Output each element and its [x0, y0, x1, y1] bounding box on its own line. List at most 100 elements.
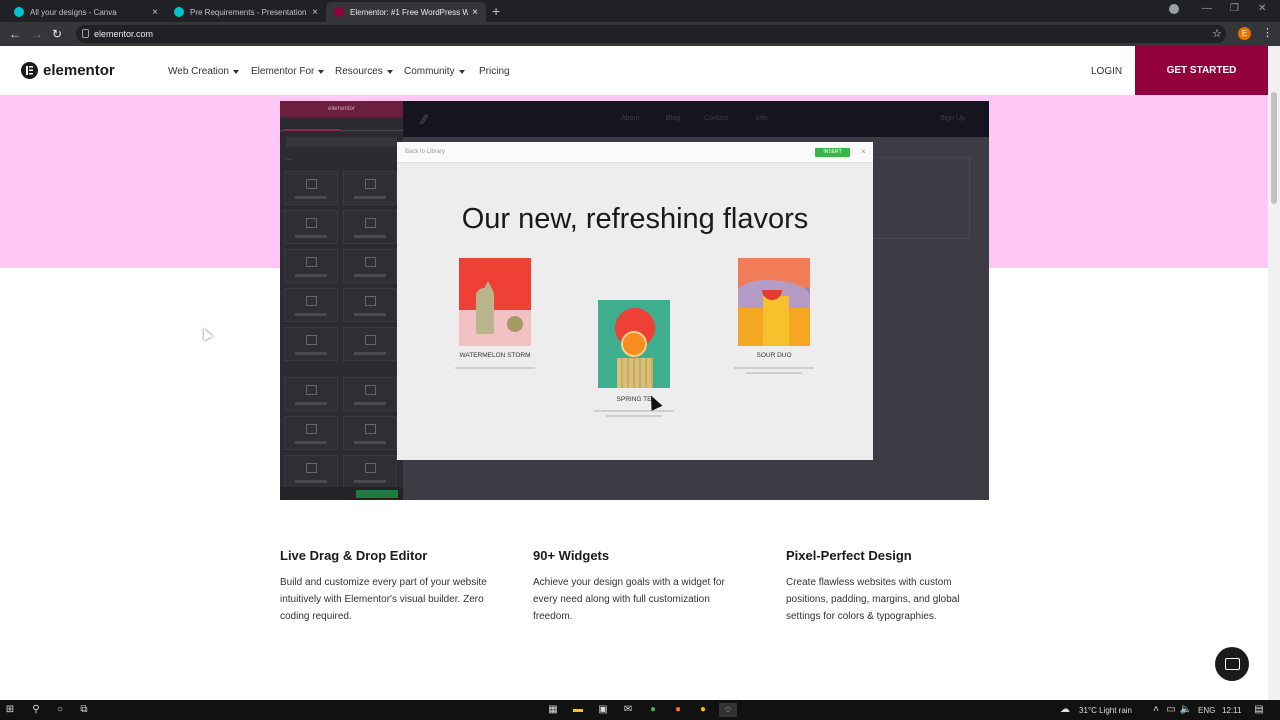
extension-icon[interactable] — [1169, 4, 1179, 14]
chrome-canary-icon[interactable]: ● — [696, 703, 710, 717]
nav-elementor-for[interactable]: Elementor For — [251, 66, 325, 77]
product-description-text — [455, 367, 535, 369]
product-card: SOUR DUO — [734, 258, 814, 374]
chevron-down-icon — [458, 69, 465, 74]
canva-favicon-icon — [174, 7, 184, 17]
profile-avatar[interactable]: E — [1238, 27, 1251, 40]
widget-tile — [284, 249, 338, 283]
widget-tile — [343, 455, 397, 489]
tab-title: Elementor: #1 Free WordPress W — [350, 7, 469, 17]
product-name: WATERMELON STORM — [459, 352, 531, 359]
preview-nav-about: About — [621, 115, 640, 122]
network-icon[interactable]: ▭ — [1164, 703, 1178, 717]
os-taskbar: ⊞ ⚲ ○ ⧉ ▦ ▬ ▣ ✉ ● ● ● ◌ ☁ 31°C Light rai… — [0, 700, 1280, 720]
widget-tile — [343, 171, 397, 205]
new-tab-icon[interactable]: + — [492, 3, 500, 19]
recording-app-icon[interactable]: ◌ — [719, 703, 737, 717]
app-icon[interactable]: ▦ — [546, 703, 560, 717]
lock-icon — [82, 29, 89, 38]
login-link[interactable]: LOGIN — [1091, 66, 1122, 77]
product-card: WATERMELON STORM — [455, 258, 535, 369]
nav-label: Resources — [335, 66, 383, 77]
forward-icon[interactable]: → — [31, 27, 43, 41]
tab-title: Pre Requirements - Presentation — [190, 7, 307, 17]
browser-tab-canva-designs[interactable]: All your designs - Canva × — [6, 2, 166, 22]
task-view-icon[interactable]: ⧉ — [77, 703, 91, 717]
nav-label: Elementor For — [251, 66, 315, 77]
get-started-button[interactable]: GET STARTED — [1135, 46, 1268, 95]
file-explorer-icon[interactable]: ▬ — [571, 703, 585, 717]
canva-favicon-icon — [14, 7, 24, 17]
widget-tile — [343, 327, 397, 361]
nav-community[interactable]: Community — [404, 66, 465, 77]
notifications-icon[interactable]: ▤ — [1252, 703, 1266, 717]
bookmark-star-icon[interactable]: ☆ — [1212, 27, 1222, 40]
close-tab-icon[interactable]: × — [152, 7, 158, 18]
weather-text[interactable]: 31°C Light rain — [1079, 706, 1132, 715]
back-icon[interactable]: ← — [9, 27, 21, 41]
chevron-up-icon[interactable]: ˄ — [1149, 703, 1163, 717]
clock-time[interactable]: 12:11 — [1222, 706, 1241, 715]
minimize-icon[interactable]: — — [1202, 3, 1212, 14]
reload-icon[interactable]: ↻ — [52, 27, 62, 41]
panel-tabs — [280, 117, 403, 131]
widget-tile — [343, 249, 397, 283]
scrollbar-thumb[interactable] — [1271, 92, 1277, 204]
widget-tile — [343, 416, 397, 450]
url-text: elementor.com — [94, 29, 154, 39]
nav-label: Pricing — [479, 66, 510, 77]
widget-tile — [284, 455, 338, 489]
widget-tile — [284, 416, 338, 450]
close-tab-icon[interactable]: × — [472, 7, 478, 18]
chrome-icon[interactable]: ● — [646, 703, 660, 717]
volume-icon[interactable]: 🔈 — [1179, 703, 1193, 717]
cortana-icon[interactable]: ○ — [53, 703, 67, 717]
weather-cloud-icon: ☁ — [1060, 704, 1070, 715]
panel-section-divider: — — [286, 157, 291, 163]
widget-tile — [284, 327, 338, 361]
preview-nav-blog: Blog — [666, 115, 681, 122]
nav-pricing[interactable]: Pricing — [479, 66, 510, 77]
product-description-text — [746, 372, 802, 374]
search-icon[interactable]: ⚲ — [29, 703, 43, 717]
product-name: SOUR DUO — [756, 352, 792, 359]
windows-start-icon[interactable]: ⊞ — [3, 703, 17, 717]
product-card: SPRING TE — [594, 300, 674, 417]
feature-live-editor: Live Drag & Drop Editor Build and custom… — [280, 548, 490, 625]
store-icon[interactable]: ▣ — [596, 703, 610, 717]
logo-text: elementor — [43, 62, 115, 79]
close-window-icon[interactable]: ✕ — [1258, 3, 1266, 14]
nav-web-creation[interactable]: Web Creation — [168, 66, 239, 77]
nav-resources[interactable]: Resources — [335, 66, 393, 77]
elementor-favicon-icon — [334, 7, 344, 17]
panel-title: elementor — [280, 101, 403, 117]
product-description-text — [606, 415, 662, 417]
close-icon: × — [861, 147, 866, 156]
close-tab-icon[interactable]: × — [312, 7, 318, 18]
elementor-logo[interactable]: elementor — [21, 62, 115, 79]
nav-label: Community — [404, 66, 455, 77]
restore-icon[interactable]: ❐ — [1230, 3, 1239, 14]
preview-nav-contact: Contact — [704, 115, 729, 122]
elementor-logo-icon — [21, 62, 38, 79]
product-description-text — [594, 410, 674, 412]
firefox-icon[interactable]: ● — [671, 703, 685, 717]
browser-menu-icon[interactable]: ⋮ — [1262, 26, 1273, 39]
address-bar[interactable]: elementor.com — [76, 25, 1226, 43]
feature-text: Build and customize every part of your w… — [280, 577, 487, 622]
feature-widgets: 90+ Widgets Achieve your design goals wi… — [533, 548, 743, 625]
panel-search — [286, 137, 397, 147]
chat-icon[interactable] — [1215, 647, 1249, 681]
page-scrollbar[interactable] — [1268, 46, 1280, 700]
tab-title: All your designs - Canva — [30, 7, 117, 17]
mail-icon[interactable]: ✉ — [621, 703, 635, 717]
chevron-down-icon — [318, 69, 325, 74]
preview-nav-info: Info — [756, 115, 768, 122]
browser-tab-presentation[interactable]: Pre Requirements - Presentation × — [166, 2, 326, 22]
language-indicator[interactable]: ENG — [1198, 706, 1215, 715]
browser-tab-elementor[interactable]: Elementor: #1 Free WordPress W × — [326, 2, 486, 22]
editor-widget-panel: elementor — — [280, 101, 403, 500]
product-description-text — [734, 367, 814, 369]
widget-tile — [284, 171, 338, 205]
chevron-down-icon — [386, 69, 393, 74]
